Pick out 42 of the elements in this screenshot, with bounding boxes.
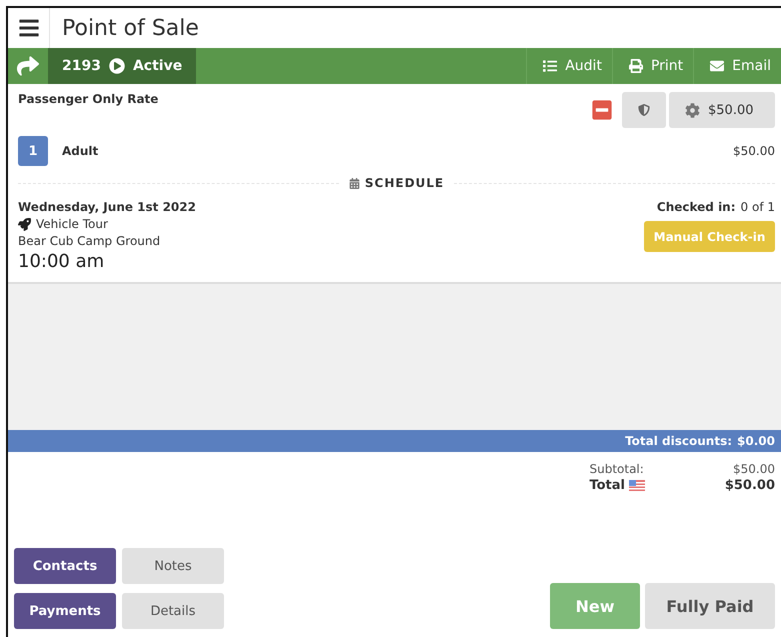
total-label: Total [589,478,625,493]
toolbar-button[interactable]: Audit [526,48,612,84]
schedule-date: Wednesday, June 1st 2022 [18,200,196,214]
panel-tab[interactable]: Notes [122,548,224,584]
page-title: Point of Sale [61,16,199,40]
calendar-icon [348,178,360,188]
checked-in-value: 0 of 1 [740,200,775,214]
fully-paid-button[interactable]: Fully Paid [645,583,775,629]
panel-tab[interactable]: Payments [14,593,116,629]
total-value: $50.00 [724,478,775,493]
tour-name: Vehicle Tour [36,217,108,231]
menu-icon[interactable] [18,17,40,39]
price-button[interactable]: $50.00 [669,92,775,128]
location-name: Bear Cub Camp Ground [18,234,160,248]
envelope-icon [710,59,724,73]
checked-in-label: Checked in: [656,200,736,214]
remove-icon[interactable] [591,99,613,121]
flag-icon [629,480,645,491]
discount-label: Total discounts: [625,434,732,448]
gear-icon [685,102,700,118]
quantity-badge: 1 [18,136,48,166]
discount-value: $0.00 [737,434,775,448]
subtotal-label: Subtotal: [589,462,645,476]
printer-icon [628,59,643,73]
order-number: 2193 [62,58,101,74]
schedule-label: SCHEDULE [364,176,444,190]
subtotal-value: $50.00 [732,462,775,476]
list-icon [543,59,558,73]
rocket-icon [18,218,31,230]
shield-icon [638,104,650,116]
panel-tab[interactable]: Details [122,593,224,629]
status-label: Active [132,58,182,74]
line-amount: $50.00 [733,144,775,158]
toolbar-button[interactable]: Email [693,48,781,84]
rate-name: Passenger Only Rate [18,92,158,106]
toolbar-button[interactable]: Print [612,48,694,84]
panel-tab[interactable]: Contacts [14,548,116,584]
shield-button[interactable] [622,92,666,128]
play-icon [108,58,125,74]
share-icon[interactable] [17,55,39,77]
ticket-type: Adult [62,144,98,158]
schedule-time: 10:00 am [18,251,104,272]
